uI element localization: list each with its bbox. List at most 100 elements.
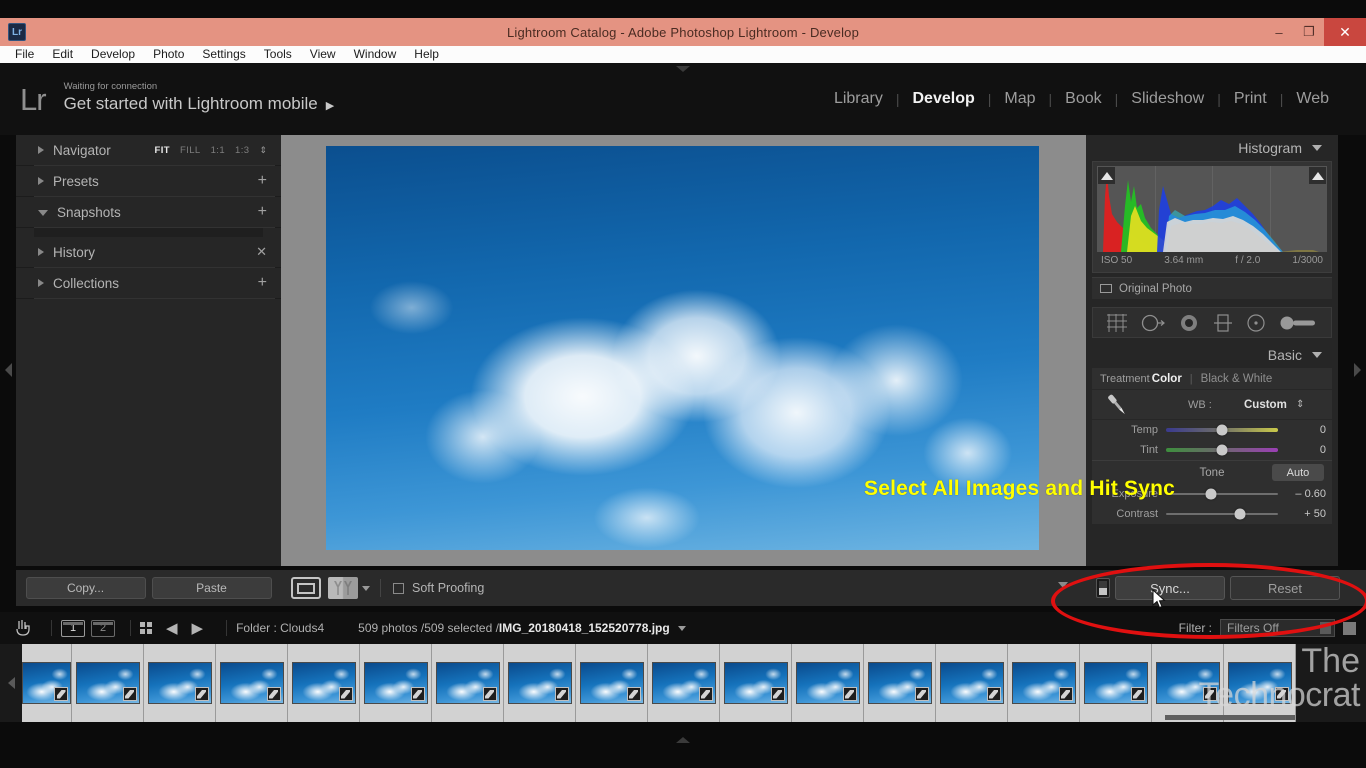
auto-tone-button[interactable]: Auto xyxy=(1272,464,1324,481)
exposure-slider-knob[interactable] xyxy=(1205,489,1216,500)
chevron-right-icon[interactable] xyxy=(38,248,44,256)
filmstrip-thumbnail[interactable] xyxy=(72,644,144,722)
radial-filter-icon[interactable] xyxy=(1245,313,1267,333)
graduated-filter-icon[interactable] xyxy=(1212,313,1234,333)
temp-slider-knob[interactable] xyxy=(1217,425,1228,436)
previous-photo-arrow-icon[interactable]: ◀ xyxy=(166,619,178,637)
white-balance-selector-icon[interactable] xyxy=(1102,390,1132,420)
histogram-header[interactable]: Histogram xyxy=(1086,135,1338,161)
filmstrip-thumbnail[interactable] xyxy=(1152,644,1224,722)
filmstrip-thumbnail[interactable] xyxy=(360,644,432,722)
zoom-fill[interactable]: FILL xyxy=(180,145,201,156)
sidebar-item-collections[interactable]: Collections + xyxy=(16,268,281,299)
menu-item-file[interactable]: File xyxy=(6,46,43,63)
filmstrip-thumbnail[interactable] xyxy=(216,644,288,722)
menu-item-settings[interactable]: Settings xyxy=(193,46,254,63)
chevron-down-icon[interactable] xyxy=(1312,352,1322,358)
chevron-down-icon[interactable] xyxy=(38,210,48,216)
filmstrip-thumbnail[interactable] xyxy=(288,644,360,722)
module-print[interactable]: Print xyxy=(1221,90,1280,108)
sidebar-item-navigator[interactable]: Navigator FIT FILL 1:1 1:3 ⇕ xyxy=(16,135,281,166)
add-snapshot-icon[interactable]: + xyxy=(258,206,267,218)
histogram-graph[interactable] xyxy=(1097,166,1327,252)
filmstrip-scroll-left-icon[interactable] xyxy=(0,644,22,722)
sidebar-item-snapshots[interactable]: Snapshots + xyxy=(16,197,281,228)
filmstrip-thumbnail[interactable] xyxy=(864,644,936,722)
right-panel-collapse-arrow[interactable] xyxy=(1354,363,1361,377)
screen-1-button[interactable]: 1 xyxy=(61,620,85,637)
filmstrip-thumbnail[interactable] xyxy=(936,644,1008,722)
original-photo-row[interactable]: Original Photo xyxy=(1092,277,1332,299)
minimize-button[interactable]: – xyxy=(1264,18,1294,46)
highlight-clipping-icon[interactable] xyxy=(1309,167,1326,184)
treatment-color-option[interactable]: Color xyxy=(1152,373,1182,385)
exposure-value[interactable]: – 0.60 xyxy=(1278,488,1326,500)
filmstrip-thumbnail[interactable] xyxy=(648,644,720,722)
bottom-panel-collapse-arrow[interactable] xyxy=(676,737,690,743)
before-after-chevron-down-icon[interactable] xyxy=(362,586,370,591)
copy-button[interactable]: Copy... xyxy=(26,577,146,599)
temp-value[interactable]: 0 xyxy=(1278,424,1326,436)
sidebar-item-history[interactable]: History ✕ xyxy=(16,237,281,268)
menu-item-develop[interactable]: Develop xyxy=(82,46,144,63)
add-preset-icon[interactable]: + xyxy=(258,175,267,187)
close-button[interactable]: ✕ xyxy=(1324,18,1366,46)
zoom-stepper-icon[interactable]: ⇕ xyxy=(259,146,267,154)
treatment-bw-option[interactable]: Black & White xyxy=(1201,373,1273,385)
module-develop[interactable]: Develop xyxy=(900,90,988,108)
zoom-fit[interactable]: FIT xyxy=(155,145,170,156)
filmstrip-thumbnail[interactable] xyxy=(792,644,864,722)
filmstrip-thumbnail[interactable] xyxy=(432,644,504,722)
wb-stepper-icon[interactable]: ⇕ xyxy=(1296,400,1304,409)
top-panel-collapse-arrow[interactable] xyxy=(676,66,690,72)
module-library[interactable]: Library xyxy=(821,90,896,108)
grid-view-icon[interactable] xyxy=(14,618,32,638)
spot-removal-icon[interactable] xyxy=(1140,313,1166,333)
tint-slider-track[interactable] xyxy=(1166,448,1278,452)
left-panel-collapse-arrow[interactable] xyxy=(5,363,12,377)
filmstrip-thumbnail[interactable] xyxy=(1008,644,1080,722)
before-after-icon[interactable] xyxy=(328,577,358,599)
filmstrip-thumbnail[interactable] xyxy=(22,644,72,722)
filename-chevron-down-icon[interactable] xyxy=(678,626,686,631)
filmstrip-thumbnail[interactable] xyxy=(144,644,216,722)
clear-history-icon[interactable]: ✕ xyxy=(256,244,267,260)
contrast-value[interactable]: + 50 xyxy=(1278,508,1326,520)
exposure-slider-track[interactable] xyxy=(1166,493,1278,495)
temp-slider-track[interactable] xyxy=(1166,428,1278,432)
menu-item-view[interactable]: View xyxy=(301,46,345,63)
red-eye-correction-icon[interactable] xyxy=(1178,313,1200,333)
chevron-right-icon[interactable] xyxy=(38,177,44,185)
chevron-right-icon[interactable] xyxy=(38,279,44,287)
next-photo-arrow-icon[interactable]: ▶ xyxy=(192,619,204,637)
sidebar-item-presets[interactable]: Presets + xyxy=(16,166,281,197)
crop-overlay-icon[interactable] xyxy=(1105,313,1129,333)
paste-button[interactable]: Paste xyxy=(152,577,272,599)
module-web[interactable]: Web xyxy=(1283,90,1342,108)
promo-arrow-icon[interactable]: ▶ xyxy=(326,100,334,112)
contrast-slider-track[interactable] xyxy=(1166,513,1278,515)
chevron-down-icon[interactable] xyxy=(1312,145,1322,151)
tint-slider-knob[interactable] xyxy=(1217,445,1228,456)
mobile-promo[interactable]: Waiting for connection Get started with … xyxy=(64,81,335,117)
soft-proofing-checkbox[interactable] xyxy=(393,583,404,594)
module-book[interactable]: Book xyxy=(1052,90,1114,108)
tint-value[interactable]: 0 xyxy=(1278,444,1326,456)
menu-item-edit[interactable]: Edit xyxy=(43,46,82,63)
basic-panel-header[interactable]: Basic xyxy=(1086,342,1338,368)
module-map[interactable]: Map xyxy=(991,90,1048,108)
filmstrip-thumbnail[interactable] xyxy=(1224,644,1296,722)
filmstrip-thumbnail[interactable] xyxy=(1080,644,1152,722)
menu-item-help[interactable]: Help xyxy=(405,46,448,63)
loupe-view-icon[interactable] xyxy=(291,577,321,599)
maximize-button[interactable]: ❐ xyxy=(1294,18,1324,46)
filter-toggle-icon[interactable] xyxy=(1343,622,1356,635)
menu-item-tools[interactable]: Tools xyxy=(255,46,301,63)
adjustment-brush-icon[interactable] xyxy=(1279,313,1319,333)
zoom-1-3[interactable]: 1:3 xyxy=(235,145,249,156)
wb-value[interactable]: Custom xyxy=(1244,399,1287,411)
zoom-1-1[interactable]: 1:1 xyxy=(211,145,225,156)
contrast-slider-knob[interactable] xyxy=(1234,509,1245,520)
filmstrip-thumbnail[interactable] xyxy=(504,644,576,722)
screen-2-button[interactable]: 2 xyxy=(91,620,115,637)
